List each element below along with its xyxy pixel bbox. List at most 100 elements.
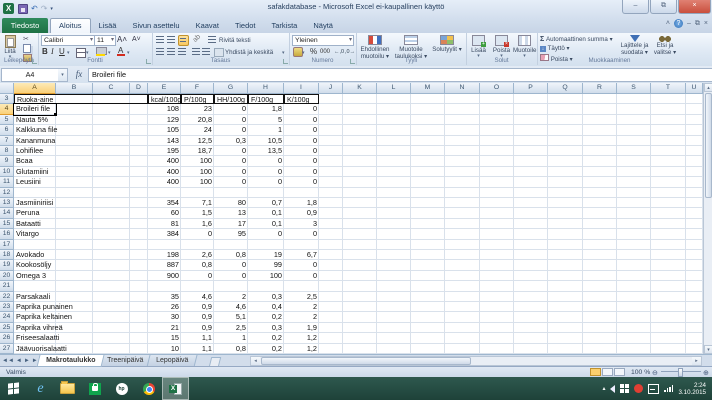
cell-H16[interactable]: 0 bbox=[248, 229, 284, 239]
column-header-H[interactable]: H bbox=[248, 83, 284, 94]
cell-H3-header[interactable]: F/100g bbox=[248, 94, 284, 104]
column-header-K[interactable]: K bbox=[343, 83, 377, 94]
sheet-tab-makrotaulukko[interactable]: Makrotaulukko bbox=[37, 355, 105, 367]
row-header-17[interactable]: 17 bbox=[0, 240, 14, 250]
row-header-20[interactable]: 20 bbox=[0, 271, 14, 281]
cell-I6[interactable]: 0 bbox=[284, 125, 319, 135]
cell-A6[interactable]: Kalkkuna file bbox=[14, 125, 148, 135]
restore-button[interactable]: ⧉ bbox=[650, 0, 677, 14]
cell-I5[interactable]: 0 bbox=[284, 115, 319, 125]
row-header-9[interactable]: 9 bbox=[0, 156, 14, 166]
column-header-D[interactable]: D bbox=[130, 83, 148, 94]
cell-A11[interactable]: Leusiini bbox=[14, 177, 148, 187]
cell-I11[interactable]: 0 bbox=[284, 177, 319, 187]
cell-G15[interactable]: 17 bbox=[214, 219, 248, 229]
first-sheet-icon[interactable]: ◄◄ bbox=[2, 356, 14, 366]
taskbar-windows-store[interactable] bbox=[81, 377, 108, 400]
cell-I9[interactable]: 0 bbox=[284, 156, 319, 166]
cell-F9[interactable]: 100 bbox=[181, 156, 214, 166]
insert-cells-button[interactable]: + Lisää ▾ bbox=[467, 34, 490, 58]
cell-G27[interactable]: 0,8 bbox=[214, 344, 248, 354]
cell-F26[interactable]: 1,1 bbox=[181, 333, 214, 343]
close-button[interactable]: × bbox=[678, 0, 711, 14]
cell-G10[interactable]: 0 bbox=[214, 167, 248, 177]
cell-E20[interactable]: 900 bbox=[148, 271, 181, 281]
start-button[interactable] bbox=[0, 377, 27, 400]
bold-icon[interactable]: B bbox=[42, 47, 48, 56]
cell-E5[interactable]: 129 bbox=[148, 115, 181, 125]
cell-F14[interactable]: 1,5 bbox=[181, 208, 214, 218]
increase-indent-icon[interactable] bbox=[202, 48, 210, 55]
ribbon-tab-aloitus[interactable]: Aloitus bbox=[50, 18, 91, 33]
column-header-T[interactable]: T bbox=[651, 83, 686, 94]
save-icon[interactable] bbox=[18, 4, 28, 14]
comma-style-icon[interactable]: 000 bbox=[320, 49, 330, 55]
align-top-icon[interactable] bbox=[156, 36, 164, 43]
orientation-icon[interactable]: ab bbox=[192, 33, 202, 43]
ribbon-tab-lis-[interactable]: Lisää bbox=[91, 18, 125, 33]
cell-G13[interactable]: 80 bbox=[214, 198, 248, 208]
underline-dropdown-icon[interactable]: ▾ bbox=[67, 50, 70, 56]
cell-F16[interactable]: 0 bbox=[181, 229, 214, 239]
cell-E4[interactable]: 108 bbox=[148, 104, 181, 114]
cell-E11[interactable]: 400 bbox=[148, 177, 181, 187]
vertical-scroll-thumb[interactable] bbox=[705, 93, 712, 198]
cell-F19[interactable]: 0,8 bbox=[181, 260, 214, 270]
percent-icon[interactable]: % bbox=[310, 47, 317, 56]
row-header-13[interactable]: 13 bbox=[0, 198, 14, 208]
cell-E24[interactable]: 30 bbox=[148, 312, 181, 322]
fill-handle[interactable] bbox=[54, 113, 57, 116]
cell-F13[interactable]: 7,1 bbox=[181, 198, 214, 208]
cell-H25[interactable]: 0,3 bbox=[248, 323, 284, 333]
cell-F27[interactable]: 1,1 bbox=[181, 344, 214, 354]
cell-H18[interactable]: 19 bbox=[248, 250, 284, 260]
row-header-15[interactable]: 15 bbox=[0, 219, 14, 229]
cell-H13[interactable]: 0,7 bbox=[248, 198, 284, 208]
cell-E6[interactable]: 105 bbox=[148, 125, 181, 135]
cell-H4[interactable]: 1,8 bbox=[248, 104, 284, 114]
collapse-ribbon-icon[interactable]: ˄ bbox=[666, 20, 670, 27]
cell-F3-header[interactable]: P/100g bbox=[181, 94, 214, 104]
grow-font-icon[interactable]: A˄ bbox=[117, 35, 127, 44]
row-header-27[interactable]: 27 bbox=[0, 344, 14, 354]
column-header-F[interactable]: F bbox=[181, 83, 214, 94]
taskbar-internet-explorer[interactable]: e bbox=[27, 377, 54, 400]
font-dialog-launcher-icon[interactable] bbox=[146, 59, 151, 64]
cell-A27[interactable]: Jäävuorisalaatti bbox=[14, 344, 148, 354]
cell-G4[interactable]: 0 bbox=[214, 104, 248, 114]
increase-decimal-icon[interactable]: ←,0 bbox=[334, 49, 344, 55]
cell-H10[interactable]: 0 bbox=[248, 167, 284, 177]
merge-dropdown-icon[interactable]: ▾ bbox=[282, 50, 285, 56]
cell-H22[interactable]: 0,3 bbox=[248, 292, 284, 302]
wrap-text-icon[interactable] bbox=[208, 36, 216, 43]
cell-F10[interactable]: 100 bbox=[181, 167, 214, 177]
page-break-view-icon[interactable] bbox=[614, 368, 625, 376]
cell-G19[interactable]: 0 bbox=[214, 260, 248, 270]
cell-A16[interactable]: Vitargo bbox=[14, 229, 148, 239]
row-header-21[interactable]: 21 bbox=[0, 281, 14, 291]
cell-F25[interactable]: 0,9 bbox=[181, 323, 214, 333]
row-header-3[interactable]: 3 bbox=[0, 94, 14, 104]
name-box[interactable]: A4 bbox=[1, 68, 59, 82]
next-sheet-icon[interactable]: ► bbox=[24, 356, 30, 366]
horizontal-scrollbar[interactable]: ◂ ▸ bbox=[250, 356, 702, 366]
cell-A19[interactable]: Kookosöljy bbox=[14, 260, 148, 270]
cell-H23[interactable]: 0,4 bbox=[248, 302, 284, 312]
cell-H26[interactable]: 0,2 bbox=[248, 333, 284, 343]
ribbon-tab-tiedot[interactable]: Tiedot bbox=[227, 18, 264, 33]
minimize-button[interactable]: – bbox=[622, 0, 649, 14]
column-header-J[interactable]: J bbox=[319, 83, 343, 94]
column-header-Q[interactable]: Q bbox=[548, 83, 583, 94]
row-header-26[interactable]: 26 bbox=[0, 333, 14, 343]
format-cells-button[interactable]: Muotoile ▾ bbox=[513, 34, 536, 58]
cell-G24[interactable]: 5,1 bbox=[214, 312, 248, 322]
row-header-25[interactable]: 25 bbox=[0, 323, 14, 333]
accounting-dropdown-icon[interactable]: ▾ bbox=[302, 50, 305, 56]
merge-center-label[interactable]: Yhdistä ja keskitä bbox=[225, 49, 273, 56]
cell-I18[interactable]: 6,7 bbox=[284, 250, 319, 260]
column-header-U[interactable]: U bbox=[686, 83, 703, 94]
cell-A22[interactable]: Parsakaali bbox=[14, 292, 148, 302]
copy-icon[interactable] bbox=[23, 44, 31, 53]
underline-icon[interactable]: U bbox=[59, 47, 65, 56]
redo-icon[interactable]: ↷ bbox=[41, 4, 48, 13]
